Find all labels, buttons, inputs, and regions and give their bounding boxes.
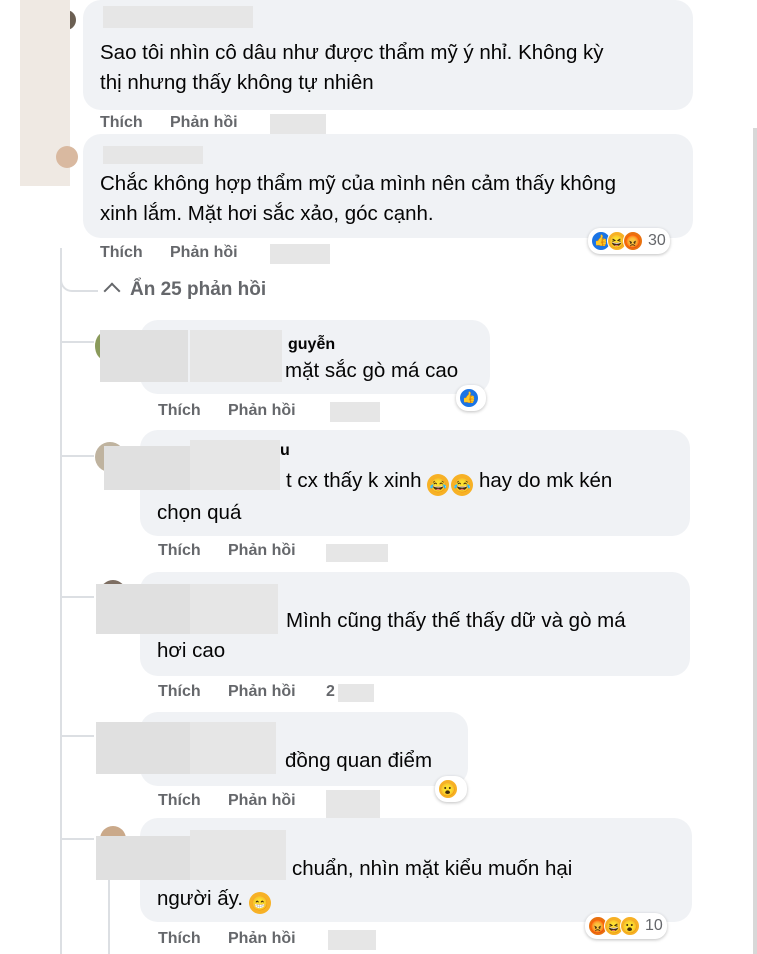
- timestamp[interactable]: 2: [326, 683, 335, 701]
- reply-author[interactable]: guyễn: [288, 336, 335, 354]
- reply-text-part: chuẩn, nhìn mặt kiểu muốn hại: [292, 857, 573, 880]
- chevron-up-icon: [103, 282, 121, 300]
- blurred-author-area: [190, 330, 282, 382]
- angry-icon: 😡: [623, 231, 643, 251]
- wow-icon: 😮: [620, 916, 640, 936]
- avatar[interactable]: [56, 146, 78, 168]
- like-icon: 👍: [459, 388, 479, 408]
- comment-text: xinh lắm. Mặt hơi sắc xảo, góc cạnh.: [100, 202, 434, 225]
- hide-replies-button[interactable]: Ẩn 25 phản hồi: [102, 279, 266, 301]
- wow-icon: 😮: [438, 779, 458, 799]
- blurred-timestamp: [270, 114, 326, 134]
- reply-button[interactable]: Phản hồi: [228, 792, 296, 810]
- reply-text-part: hay do mk kén: [473, 469, 613, 492]
- blurred-author-name: [103, 6, 253, 28]
- reply-text: đồng quan điểm: [285, 749, 433, 772]
- like-button[interactable]: Thích: [158, 930, 201, 948]
- blurred-timestamp: [270, 244, 330, 264]
- thread-line-replies: [60, 330, 62, 930]
- reaction-summary[interactable]: 👍 😆 😡 30: [588, 228, 670, 254]
- hide-replies-label: Ẩn 25 phản hồi: [130, 279, 267, 300]
- like-button[interactable]: Thích: [158, 402, 201, 420]
- reply-text: mặt sắc gò má cao: [285, 359, 459, 382]
- reply-text: Mình cũng thấy thế thấy dữ và gò má: [286, 609, 626, 632]
- blurred-author-area: [100, 330, 188, 382]
- scrollbar[interactable]: [753, 128, 757, 954]
- like-button[interactable]: Thích: [158, 792, 201, 810]
- blurred-timestamp: [330, 402, 380, 422]
- reply-text: chuẩn, nhìn mặt kiểu muốn hại: [292, 854, 572, 884]
- blurred-author-area: [96, 584, 192, 634]
- comment-text: Chắc không hợp thẩm mỹ của mình nên cảm …: [100, 172, 616, 195]
- blurred-author-area: [104, 446, 192, 490]
- grinning-emoji-icon: 😁: [248, 892, 271, 914]
- reply-button[interactable]: Phản hồi: [228, 930, 296, 948]
- reaction-summary[interactable]: 😮: [435, 776, 467, 802]
- reply-text: người ấy. 😁: [157, 884, 271, 914]
- reply-button[interactable]: Phản hồi: [170, 114, 238, 132]
- thread-branch: [60, 735, 94, 737]
- reaction-count: 10: [645, 917, 663, 934]
- reply-text: chọn quá: [157, 501, 242, 524]
- comment-text: Sao tôi nhìn cô dâu như được thẩm mỹ ý n…: [100, 41, 604, 64]
- thread-branch: [60, 455, 94, 457]
- reply-text: hơi cao: [157, 639, 226, 662]
- reply-button[interactable]: Phản hồi: [228, 542, 296, 560]
- blurred-author-area: [190, 722, 276, 774]
- blurred-author-name: [103, 146, 203, 164]
- reply-button[interactable]: Phản hồi: [228, 402, 296, 420]
- reply-text-part: t cx thấy k xinh: [286, 469, 428, 492]
- reply-author[interactable]: u: [280, 442, 290, 460]
- thread-hook: [60, 262, 98, 292]
- blurred-author-area: [190, 584, 278, 634]
- blurred-author-area: [190, 830, 286, 880]
- blurred-author-area: [96, 722, 192, 774]
- like-button[interactable]: Thích: [158, 542, 201, 560]
- blurred-timestamp: [326, 544, 388, 562]
- thread-branch: [60, 596, 94, 598]
- blurred-author-area: [96, 836, 192, 880]
- comment-text: thị nhưng thấy không tự nhiên: [100, 71, 374, 94]
- reply-text: t cx thấy k xinh 😂 😂 hay do mk kén: [286, 466, 612, 496]
- thread-branch: [60, 838, 94, 840]
- like-button[interactable]: Thích: [100, 114, 143, 132]
- reply-button[interactable]: Phản hồi: [228, 683, 296, 701]
- thread-branch: [60, 341, 94, 343]
- blurred-author-area: [190, 440, 280, 490]
- comment-bubble: Sao tôi nhìn cô dâu như được thẩm mỹ ý n…: [83, 0, 693, 110]
- reaction-count: 30: [648, 232, 666, 249]
- blurred-timestamp: [328, 930, 376, 950]
- like-button[interactable]: Thích: [158, 683, 201, 701]
- reaction-summary[interactable]: 👍: [456, 385, 486, 411]
- reply-button[interactable]: Phản hồi: [170, 244, 238, 262]
- laughing-emoji-icon: 😂: [451, 474, 474, 496]
- laughing-emoji-icon: 😂: [427, 474, 450, 496]
- comment-bubble: Chắc không hợp thẩm mỹ của mình nên cảm …: [83, 134, 693, 238]
- blurred-timestamp: [338, 684, 374, 702]
- reaction-summary[interactable]: 😡 😆 😮 10: [585, 913, 667, 939]
- reply-text-part: người ấy.: [157, 887, 249, 910]
- like-button[interactable]: Thích: [100, 244, 143, 262]
- blurred-timestamp: [326, 790, 380, 818]
